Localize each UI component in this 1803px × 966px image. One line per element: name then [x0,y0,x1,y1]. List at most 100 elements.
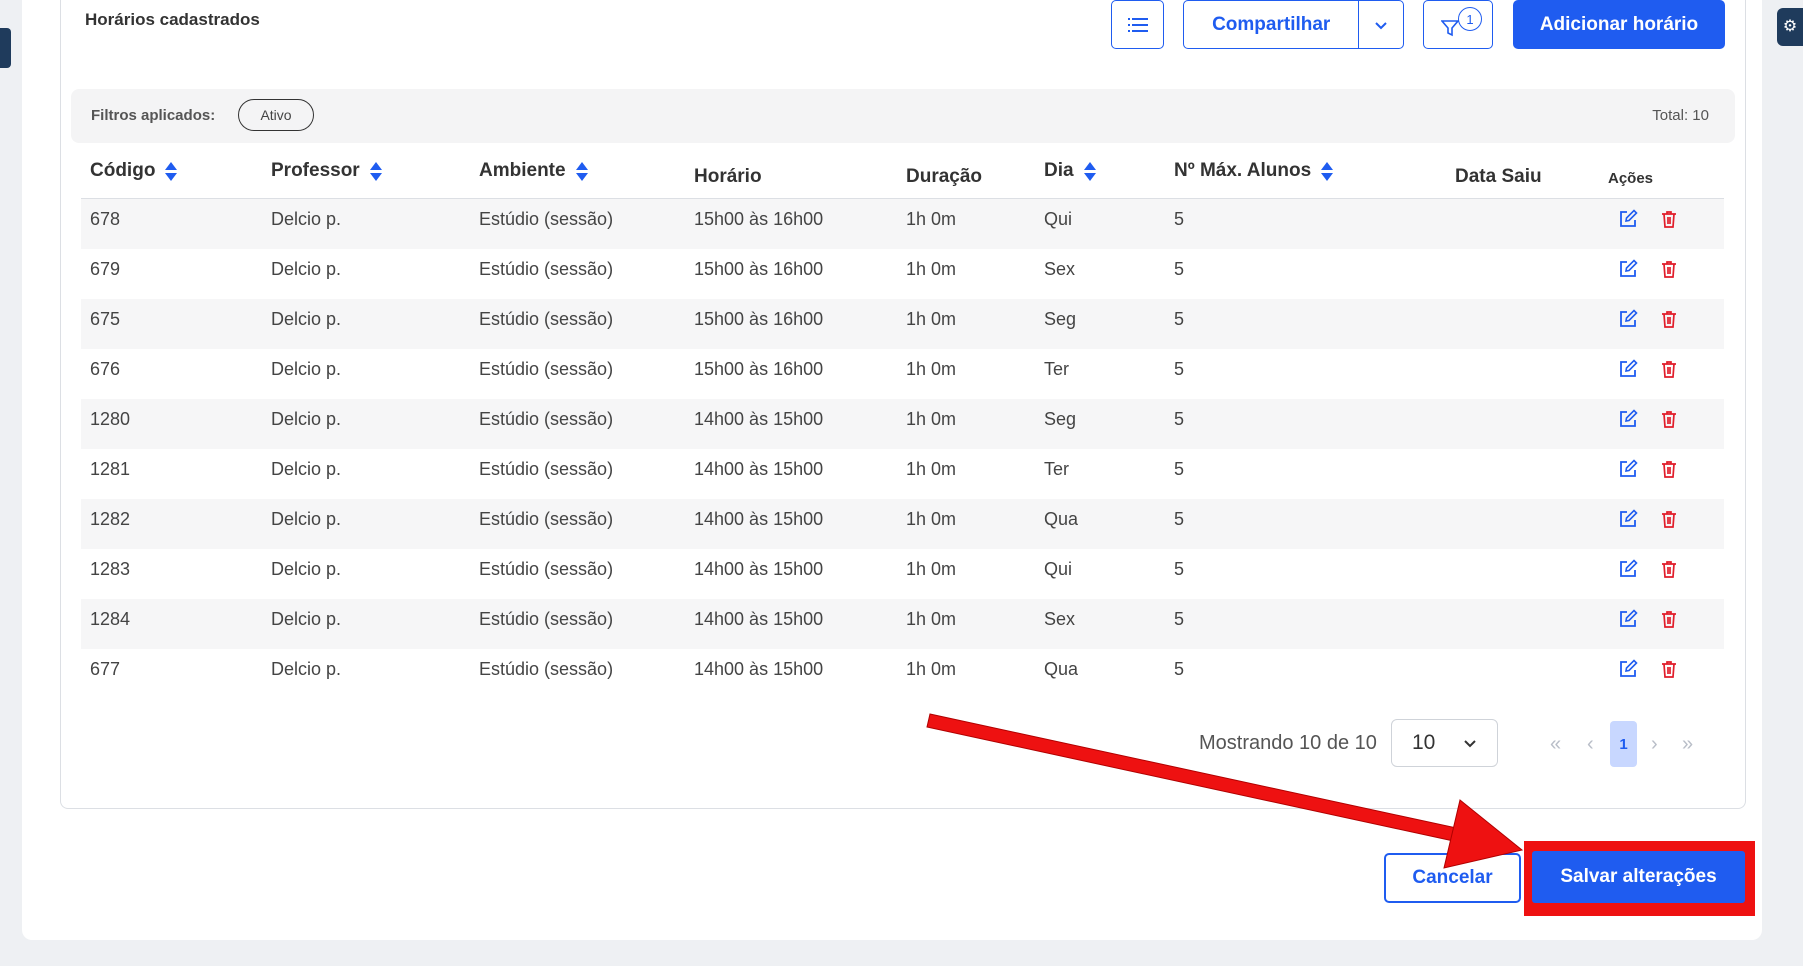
cell-dia: Seg [1044,409,1077,429]
trash-icon[interactable] [1659,609,1679,629]
filter-button[interactable]: 1 [1423,0,1493,49]
cell-horario: 15h00 às 16h00 [694,209,824,229]
cell-professor: Delcio p. [271,459,342,479]
schedules-table: Código Professor Ambiente Horário Duraçã… [81,150,1724,699]
cell-duracao: 1h 0m [906,609,957,629]
cell-codigo: 679 [90,259,121,279]
col-duracao: Duração [906,166,982,188]
sort-icon[interactable] [1321,161,1334,181]
cell-horario: 14h00 às 15h00 [694,409,824,429]
left-edge-tab[interactable] [0,28,11,68]
filter-count-badge: 1 [1458,7,1482,31]
cell-horario: 15h00 às 16h00 [694,259,824,279]
section-title: Horários cadastrados [85,10,260,29]
filter-chip-active[interactable]: Ativo [238,99,314,131]
cell-duracao: 1h 0m [906,459,957,479]
cell-max-alunos: 5 [1174,359,1185,379]
cell-horario: 15h00 às 16h00 [694,359,824,379]
prev-page-button[interactable]: ‹ [1587,733,1594,756]
cell-professor: Delcio p. [271,559,342,579]
save-changes-button[interactable]: Salvar alterações [1532,851,1745,903]
sort-icon[interactable] [575,161,588,181]
trash-icon[interactable] [1659,559,1679,579]
cell-max-alunos: 5 [1174,409,1185,429]
trash-icon[interactable] [1659,359,1679,379]
filter-icon [1441,19,1459,36]
chevron-down-icon[interactable] [1359,17,1403,33]
trash-icon[interactable] [1659,309,1679,329]
trash-icon[interactable] [1659,509,1679,529]
cell-duracao: 1h 0m [906,209,957,229]
list-view-button[interactable] [1111,0,1164,49]
pagination-summary: Mostrando 10 de 10 [1199,732,1377,754]
cell-duracao: 1h 0m [906,309,957,329]
table-row: 1282 Delcio p. Estúdio (sessão) 14h00 às 15… [81,499,1724,549]
trash-icon[interactable] [1659,259,1679,279]
sort-icon[interactable] [1083,161,1096,181]
applied-filters-label: Filtros aplicados: [91,107,216,124]
edit-icon[interactable] [1618,609,1638,629]
edit-icon[interactable] [1618,359,1638,379]
trash-icon[interactable] [1659,459,1679,479]
col-professor[interactable]: Professor [271,160,382,182]
cell-professor: Delcio p. [271,509,342,529]
cell-codigo: 1281 [90,459,131,479]
col-horario-label: Horário [694,166,762,187]
list-icon [1127,17,1148,32]
sort-icon[interactable] [369,161,382,181]
cancel-button[interactable]: Cancelar [1384,853,1521,903]
cell-ambiente: Estúdio (sessão) [479,359,614,379]
first-page-button[interactable]: « [1550,733,1561,756]
trash-icon[interactable] [1659,209,1679,229]
edit-icon[interactable] [1618,509,1638,529]
cell-dia: Ter [1044,359,1070,379]
page-size-value: 10 [1412,731,1436,754]
table-body: 678 Delcio p. Estúdio (sessão) 15h00 às 16h… [81,199,1724,699]
edit-icon[interactable] [1618,559,1638,579]
cell-ambiente: Estúdio (sessão) [479,609,614,629]
cell-codigo: 677 [90,659,121,679]
cell-ambiente: Estúdio (sessão) [479,309,614,329]
cell-max-alunos: 5 [1174,309,1185,329]
cell-max-alunos: 5 [1174,259,1185,279]
cell-professor: Delcio p. [271,609,342,629]
cell-ambiente: Estúdio (sessão) [479,559,614,579]
edit-icon[interactable] [1618,409,1638,429]
col-ambiente[interactable]: Ambiente [479,160,588,182]
col-codigo[interactable]: Código [90,160,178,182]
add-schedule-button[interactable]: Adicionar horário [1513,0,1725,49]
cell-horario: 14h00 às 15h00 [694,459,824,479]
col-data-saiu: Data Saiu [1455,166,1542,188]
edit-icon[interactable] [1618,659,1638,679]
cell-codigo: 675 [90,309,121,329]
accessibility-tab[interactable]: ⚙ [1777,8,1803,46]
cell-codigo: 1284 [90,609,131,629]
col-dia[interactable]: Dia [1044,160,1096,182]
col-codigo-label: Código [90,160,156,181]
cell-duracao: 1h 0m [906,559,957,579]
col-duracao-label: Duração [906,166,983,187]
next-page-button[interactable]: › [1651,733,1658,756]
edit-icon[interactable] [1618,259,1638,279]
total-count: Total: 10 [1652,107,1709,124]
col-max-alunos[interactable]: Nº Máx. Alunos [1174,160,1334,182]
share-button[interactable]: Compartilhar [1183,0,1404,49]
page-size-select[interactable]: 10 [1391,719,1498,767]
table-header: Código Professor Ambiente Horário Duraçã… [81,150,1724,199]
trash-icon[interactable] [1659,659,1679,679]
table-row: 676 Delcio p. Estúdio (sessão) 15h00 às 16h… [81,349,1724,399]
cell-horario: 15h00 às 16h00 [694,309,824,329]
cell-duracao: 1h 0m [906,509,957,529]
edit-icon[interactable] [1618,209,1638,229]
edit-icon[interactable] [1618,309,1638,329]
trash-icon[interactable] [1659,409,1679,429]
col-max-alunos-label: Nº Máx. Alunos [1174,160,1312,181]
current-page[interactable]: 1 [1610,721,1637,767]
cell-horario: 14h00 às 15h00 [694,659,824,679]
cell-max-alunos: 5 [1174,659,1185,679]
edit-icon[interactable] [1618,459,1638,479]
last-page-button[interactable]: » [1682,733,1693,756]
sort-icon[interactable] [165,161,178,181]
cell-max-alunos: 5 [1174,559,1185,579]
col-acoes-label: Ações [1608,170,1654,187]
